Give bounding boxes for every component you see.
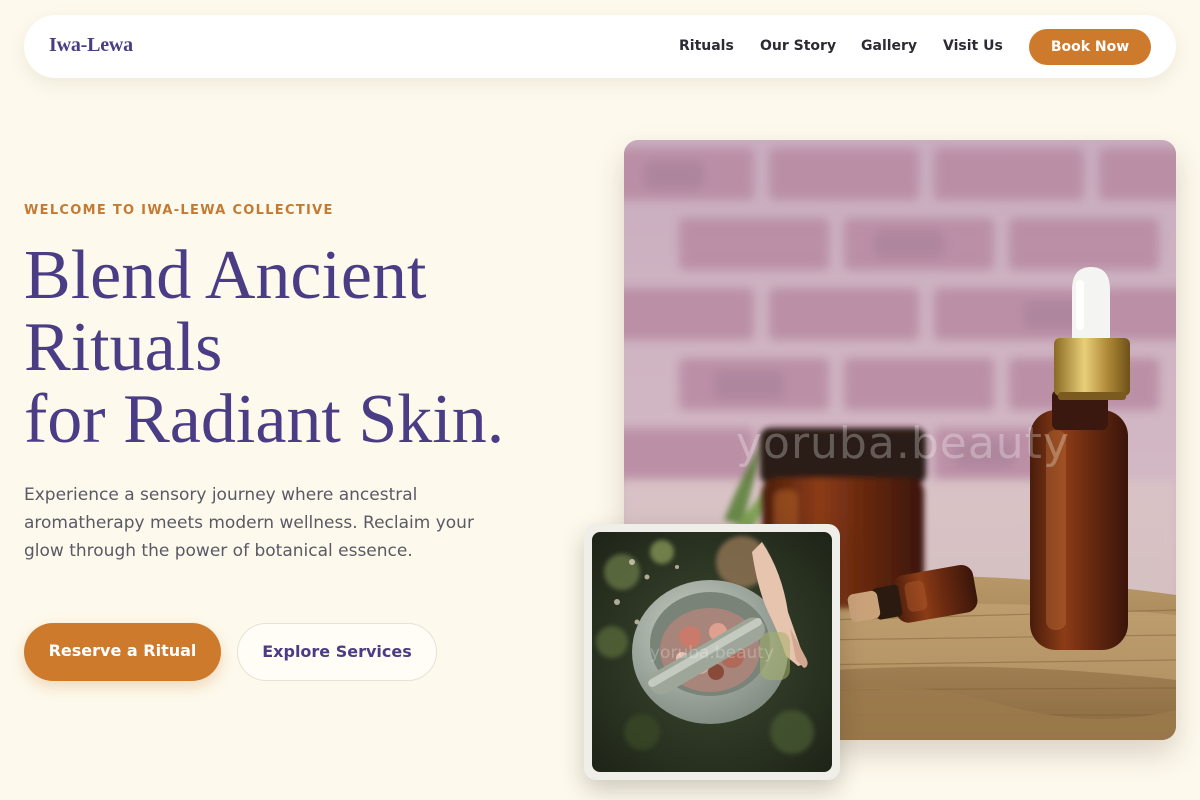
hero-title: Blend Ancient Rituals for Radiant Skin. xyxy=(24,240,584,456)
explore-services-button[interactable]: Explore Services xyxy=(237,623,437,681)
hero-title-line-2: Rituals xyxy=(24,309,223,386)
photo-watermark: yoruba.beauty xyxy=(736,418,1070,469)
book-now-button[interactable]: Book Now xyxy=(1029,29,1151,65)
brand-logo[interactable]: Iwa-Lewa xyxy=(49,34,133,57)
hero-title-line-3: for Radiant Skin. xyxy=(24,381,505,458)
nav-link-gallery[interactable]: Gallery xyxy=(861,38,917,54)
nav-link-rituals[interactable]: Rituals xyxy=(679,38,734,54)
inset-photo-frame: yoruba.beauty xyxy=(584,524,840,780)
hero-title-line-1: Blend Ancient xyxy=(24,237,427,314)
nav-link-visit-us[interactable]: Visit Us xyxy=(943,38,1003,54)
hero-description: Experience a sensory journey where ances… xyxy=(24,485,474,561)
nav-link-our-story[interactable]: Our Story xyxy=(760,38,836,54)
navbar: Iwa-Lewa Rituals Our Story Gallery Visit… xyxy=(24,15,1176,78)
inset-mortar-photo: yoruba.beauty xyxy=(592,532,832,772)
mortar-photo-illustration: yoruba.beauty xyxy=(592,532,832,772)
inset-watermark: yoruba.beauty xyxy=(650,643,774,663)
hero-eyebrow: WELCOME TO IWA-LEWA COLLECTIVE xyxy=(24,203,334,218)
reserve-ritual-button[interactable]: Reserve a Ritual xyxy=(24,623,221,681)
